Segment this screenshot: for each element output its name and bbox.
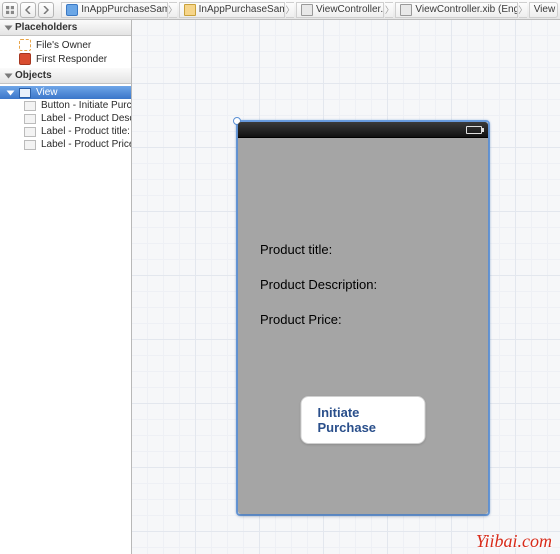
xib-icon [400,4,412,16]
view-icon [19,88,31,98]
button-icon [24,101,36,111]
objects-body: View Button - Initiate Purc… Label - Pro… [0,84,131,153]
item-label: Label - Product title: [41,126,130,137]
first-responder-icon [19,53,31,65]
main-area: Placeholders File's Owner First Responde… [0,20,560,554]
breadcrumb-item-project[interactable]: InAppPurchaseSample [61,2,167,18]
placeholders-body: File's Owner First Responder [0,36,131,68]
item-label: Label - Product Price: [41,139,131,150]
document-outline: Placeholders File's Owner First Responde… [0,20,132,554]
chevron-left-icon [25,6,31,14]
label-icon [24,127,36,137]
disclosure-triangle-icon[interactable] [6,89,14,97]
label-title-item[interactable]: Label - Product title: [0,125,131,138]
related-items-button[interactable] [2,2,18,18]
label-icon [24,140,36,150]
label-icon [24,114,36,124]
breadcrumb-item-xib[interactable]: ViewController.xib [296,2,384,18]
folder-icon [184,4,196,16]
item-label: File's Owner [36,40,91,51]
item-label: Button - Initiate Purc… [41,100,131,111]
project-icon [66,4,78,16]
breadcrumb-separator: 〉 [286,2,294,18]
label-description-item[interactable]: Label - Product Descr… [0,112,131,125]
toolbar: InAppPurchaseSample 〉 InAppPurchaseSampl… [0,0,560,20]
section-title: Placeholders [15,22,77,33]
back-button[interactable] [20,2,36,18]
item-label: View [36,87,58,98]
product-description-label[interactable]: Product Description: [260,277,377,292]
breadcrumb-label: ViewController.xib [316,4,384,15]
battery-icon [466,126,482,134]
xib-icon [301,4,313,16]
files-owner-item[interactable]: File's Owner [0,38,131,52]
label-price-item[interactable]: Label - Product Price: [0,138,131,151]
button-item[interactable]: Button - Initiate Purc… [0,99,131,112]
objects-section-header[interactable]: Objects [0,68,131,84]
breadcrumb-item-view[interactable]: View [529,2,558,18]
product-title-label[interactable]: Product title: [260,242,332,257]
breadcrumb-label: View [534,4,556,15]
view-item[interactable]: View [0,86,131,99]
disclosure-triangle-icon [5,25,13,30]
breadcrumb-separator: 〉 [519,2,527,18]
first-responder-item[interactable]: First Responder [0,52,131,66]
section-title: Objects [15,70,52,81]
watermark: Yiibai.com [476,531,552,552]
initiate-purchase-button[interactable]: Initiate Purchase [301,396,426,444]
breadcrumb-item-folder[interactable]: InAppPurchaseSample [179,2,285,18]
item-label: First Responder [36,54,107,65]
breadcrumb-separator: 〉 [169,2,177,18]
grid-icon [6,5,14,15]
files-owner-icon [19,39,31,51]
breadcrumb-label: InAppPurchaseSample [81,4,167,15]
chevron-right-icon [43,6,49,14]
ib-canvas[interactable]: Product title: Product Description: Prod… [132,20,560,554]
breadcrumb-separator: 〉 [385,2,393,18]
breadcrumb-label: InAppPurchaseSample [199,4,285,15]
root-view[interactable]: Product title: Product Description: Prod… [238,122,488,514]
placeholders-section-header[interactable]: Placeholders [0,20,131,36]
breadcrumb-item-xib-lang[interactable]: ViewController.xib (English) [395,2,517,18]
status-bar [238,122,488,138]
breadcrumb-label: ViewController.xib (English) [415,4,517,15]
item-label: Label - Product Descr… [41,113,131,124]
product-price-label[interactable]: Product Price: [260,312,342,327]
disclosure-triangle-icon [5,73,13,78]
forward-button[interactable] [38,2,54,18]
